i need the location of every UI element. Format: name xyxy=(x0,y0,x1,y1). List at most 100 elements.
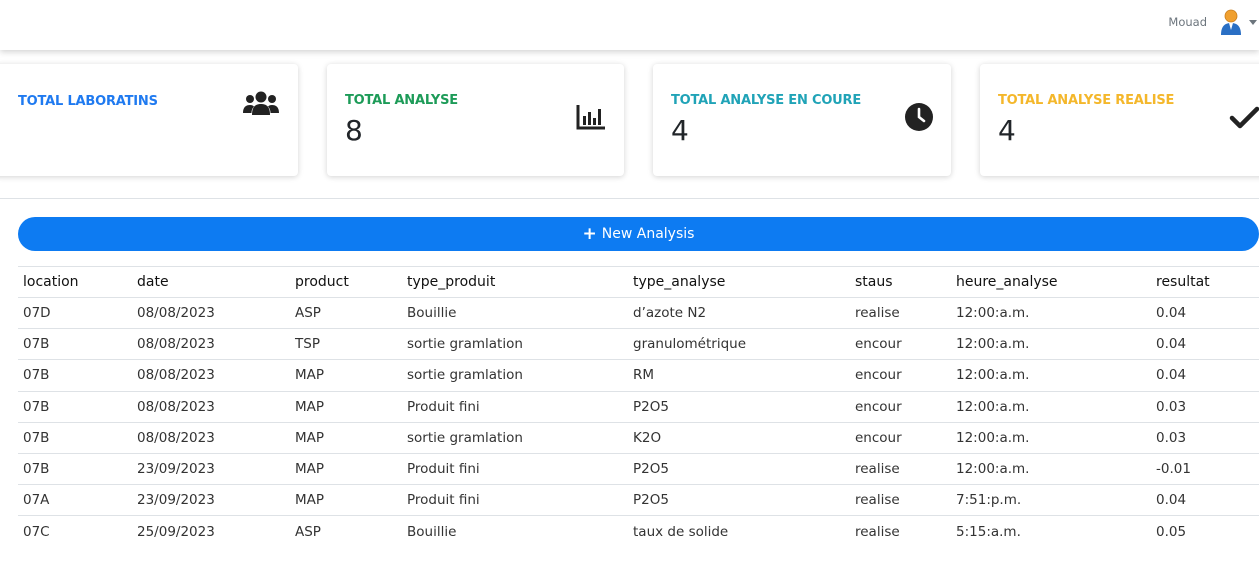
table-cell-type-produit: sortie gramlation xyxy=(402,328,628,360)
new-analysis-button[interactable]: + New Analysis xyxy=(18,217,1259,251)
table-row[interactable]: 07A 23/09/2023 MAP Produit fini P2O5 realise 7… xyxy=(18,484,1259,516)
table-cell-date: 23/09/2023 xyxy=(132,452,290,485)
table-cell-type-analyse: P2O5 xyxy=(628,484,850,516)
divider xyxy=(0,198,1259,199)
table-cell-date: 08/08/2023 xyxy=(132,328,290,360)
card-title: TOTAL LABORATINS xyxy=(18,94,158,109)
card-value: 4 xyxy=(998,114,1016,147)
table-cell-date: 23/09/2023 xyxy=(132,484,290,516)
table-cell-location: 07B xyxy=(18,328,132,360)
column-header-resultat: resultat xyxy=(1151,266,1259,298)
column-header-staus: staus xyxy=(850,266,951,298)
table-cell-location: 07B xyxy=(18,452,132,485)
analysis-table: location date product type_produit type_anal… xyxy=(18,266,1259,547)
table-cell-date: 08/08/2023 xyxy=(132,296,290,329)
table-cell-resultat: 0.03 xyxy=(1151,421,1259,454)
table-cell-type-analyse: K2O xyxy=(628,421,850,454)
table-cell-location: 07B xyxy=(18,359,132,392)
table-cell-resultat: 0.04 xyxy=(1151,484,1259,516)
user-name[interactable]: Mouad xyxy=(1168,15,1207,29)
table-cell-resultat: 0.04 xyxy=(1151,296,1259,329)
table-row[interactable]: 07B 08/08/2023 MAP Produit fini P2O5 encour 12… xyxy=(18,390,1259,423)
clock-icon xyxy=(904,102,934,136)
table-cell-heure-analyse: 12:00:a.m. xyxy=(951,296,1151,329)
table-cell-type-produit: Bouillie xyxy=(402,296,628,329)
table-cell-product: ASP xyxy=(290,515,402,547)
table-cell-product: MAP xyxy=(290,452,402,485)
table-cell-date: 08/08/2023 xyxy=(132,421,290,454)
table-cell-staus: encour xyxy=(850,390,951,423)
table-cell-type-analyse: RM xyxy=(628,359,850,392)
card-title: TOTAL ANALYSE EN COURE xyxy=(671,93,862,108)
table-cell-resultat: 0.04 xyxy=(1151,328,1259,360)
user-avatar-icon[interactable] xyxy=(1219,8,1243,36)
table-cell-type-produit: sortie gramlation xyxy=(402,421,628,454)
table-cell-resultat: 0.04 xyxy=(1151,359,1259,392)
card-title: TOTAL ANALYSE REALISE xyxy=(998,93,1175,108)
table-header-row: location date product type_produit type_anal… xyxy=(18,266,1259,298)
table-cell-type-analyse: P2O5 xyxy=(628,452,850,485)
table-cell-type-analyse: P2O5 xyxy=(628,390,850,423)
table-cell-staus: encour xyxy=(850,359,951,392)
table-cell-staus: realise xyxy=(850,484,951,516)
table-cell-type-produit: Produit fini xyxy=(402,452,628,485)
table-cell-type-analyse: d’azote N2 xyxy=(628,296,850,329)
table-cell-heure-analyse: 12:00:a.m. xyxy=(951,421,1151,454)
table-cell-date: 25/09/2023 xyxy=(132,515,290,547)
column-header-type-produit: type_produit xyxy=(402,266,628,298)
user-menu[interactable]: Mouad xyxy=(1168,6,1259,38)
column-header-product: product xyxy=(290,266,402,298)
chevron-down-icon[interactable] xyxy=(1249,19,1257,25)
table-cell-type-produit: sortie gramlation xyxy=(402,359,628,392)
table-cell-type-produit: Produit fini xyxy=(402,484,628,516)
table-cell-type-produit: Bouillie xyxy=(402,515,628,547)
card-value: 4 xyxy=(671,114,689,147)
table-cell-location: 07D xyxy=(18,296,132,329)
card-value: 8 xyxy=(345,114,363,147)
users-icon xyxy=(242,90,280,122)
column-header-location: location xyxy=(18,266,132,298)
table-cell-staus: realise xyxy=(850,296,951,329)
table-cell-type-analyse: granulométrique xyxy=(628,328,850,360)
table-cell-product: MAP xyxy=(290,390,402,423)
card-total-analyse-en-coure: TOTAL ANALYSE EN COURE 4 xyxy=(653,64,951,176)
table-row[interactable]: 07B 08/08/2023 MAP sortie gramlation RM encou… xyxy=(18,359,1259,392)
table-cell-heure-analyse: 5:15:a.m. xyxy=(951,515,1151,547)
table-cell-heure-analyse: 12:00:a.m. xyxy=(951,390,1151,423)
table-cell-location: 07B xyxy=(18,390,132,423)
table-cell-heure-analyse: 12:00:a.m. xyxy=(951,359,1151,392)
top-navbar: Mouad xyxy=(0,0,1259,50)
table-cell-product: MAP xyxy=(290,421,402,454)
table-row[interactable]: 07D 08/08/2023 ASP Bouillie d’azote N2 realis… xyxy=(18,296,1259,329)
table-row[interactable]: 07B 23/09/2023 MAP Produit fini P2O5 realise 1… xyxy=(18,452,1259,485)
check-icon xyxy=(1229,106,1259,134)
table-cell-type-analyse: taux de solide xyxy=(628,515,850,547)
table-cell-product: MAP xyxy=(290,484,402,516)
table-cell-date: 08/08/2023 xyxy=(132,390,290,423)
plus-icon: + xyxy=(582,223,597,244)
card-title: TOTAL ANALYSE xyxy=(345,93,458,108)
table-cell-resultat: -0.01 xyxy=(1151,452,1259,485)
table-row[interactable]: 07B 08/08/2023 MAP sortie gramlation K2O enco… xyxy=(18,421,1259,454)
column-header-date: date xyxy=(132,266,290,298)
table-cell-product: TSP xyxy=(290,328,402,360)
table-cell-staus: encour xyxy=(850,421,951,454)
table-cell-heure-analyse: 12:00:a.m. xyxy=(951,328,1151,360)
table-cell-location: 07B xyxy=(18,421,132,454)
table-cell-type-produit: Produit fini xyxy=(402,390,628,423)
table-row[interactable]: 07C 25/09/2023 ASP Bouillie taux de solide re… xyxy=(18,515,1259,547)
table-cell-date: 08/08/2023 xyxy=(132,359,290,392)
table-cell-staus: encour xyxy=(850,328,951,360)
table-row[interactable]: 07B 08/08/2023 TSP sortie gramlation granulo… xyxy=(18,328,1259,360)
table-cell-heure-analyse: 7:51:p.m. xyxy=(951,484,1151,516)
table-cell-resultat: 0.03 xyxy=(1151,390,1259,423)
card-total-analyse-realise: TOTAL ANALYSE REALISE 4 xyxy=(980,64,1259,176)
column-header-heure-analyse: heure_analyse xyxy=(951,266,1151,298)
table-cell-product: MAP xyxy=(290,359,402,392)
table-cell-location: 07C xyxy=(18,515,132,547)
table-cell-heure-analyse: 12:00:a.m. xyxy=(951,452,1151,485)
table-cell-staus: realise xyxy=(850,515,951,547)
card-total-laboratins: TOTAL LABORATINS xyxy=(0,64,298,176)
chart-bar-icon xyxy=(576,104,606,134)
card-total-analyse: TOTAL ANALYSE 8 xyxy=(327,64,624,176)
